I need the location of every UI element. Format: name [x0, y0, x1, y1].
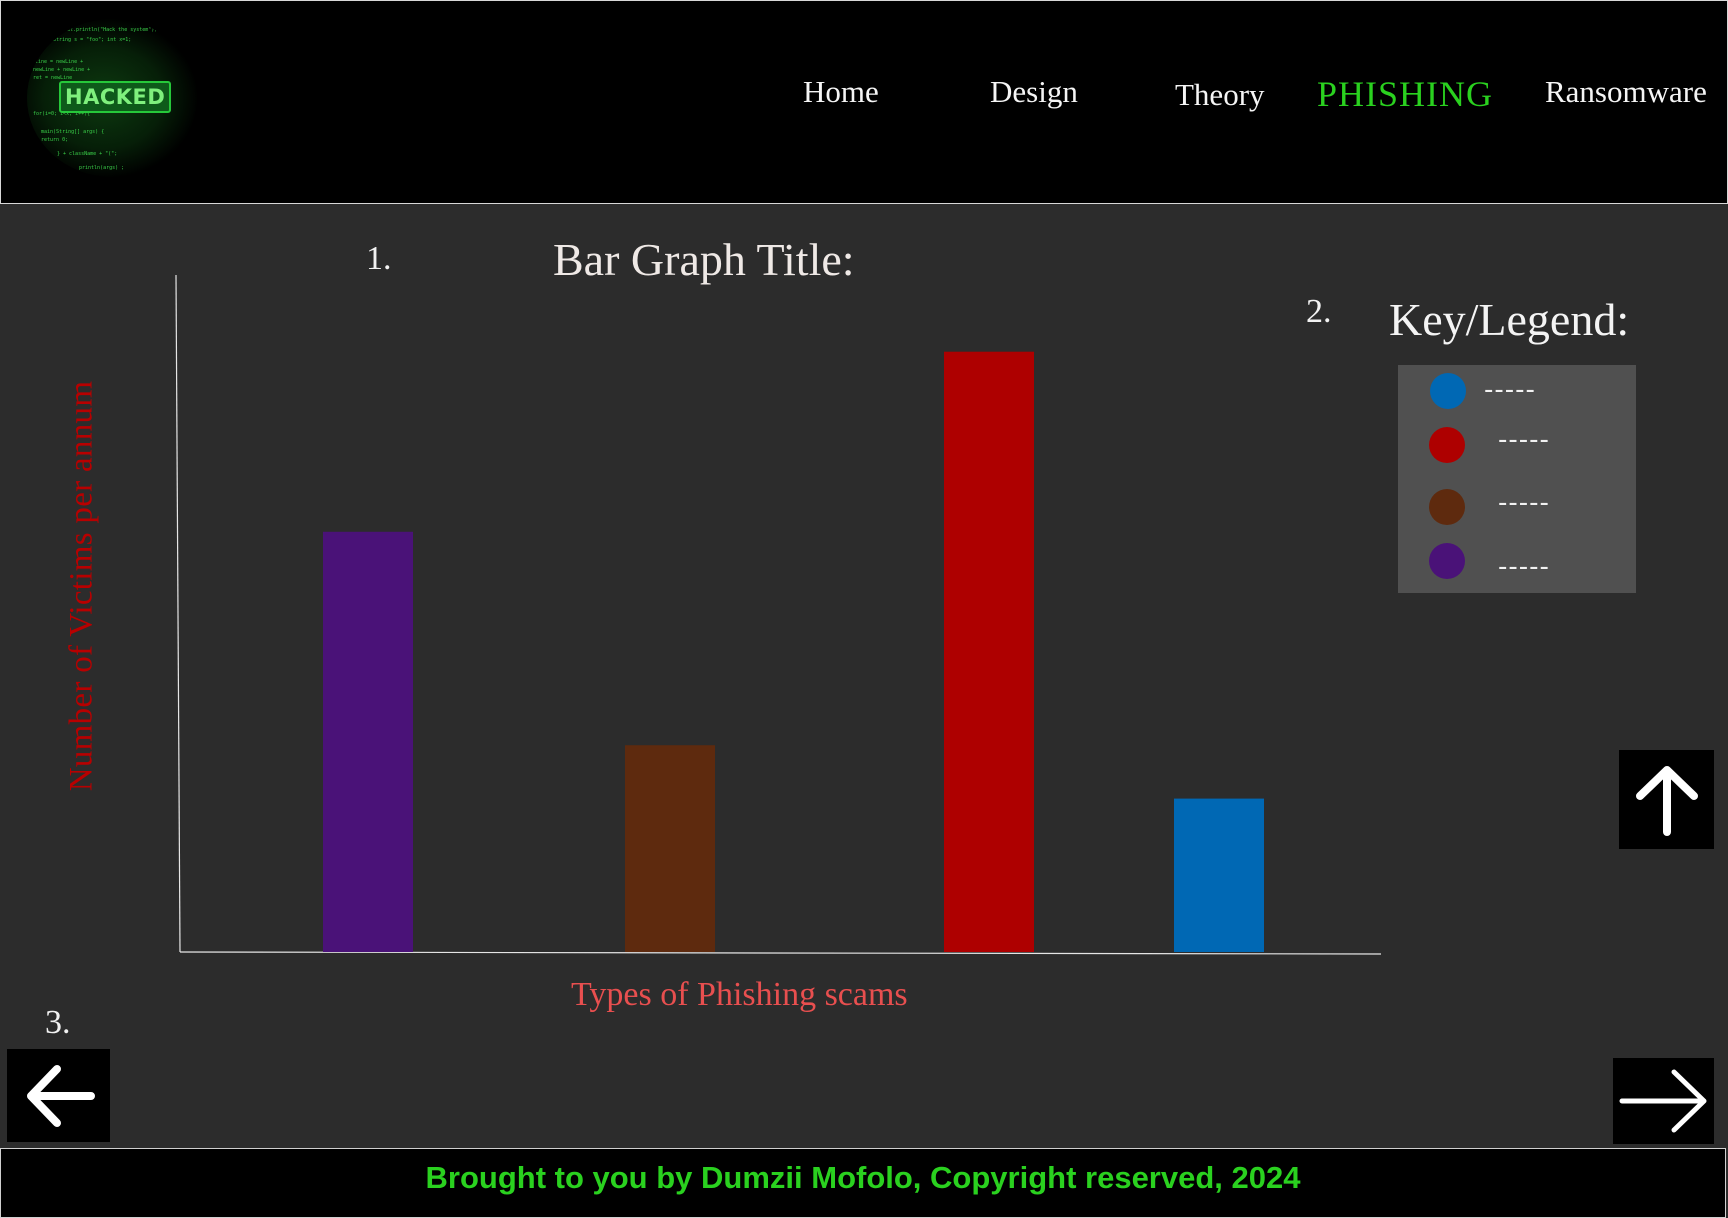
legend-swatch — [1430, 373, 1466, 409]
arrow-up-icon — [1635, 765, 1698, 836]
x-axis-label: Types of Phishing scams — [571, 976, 908, 1013]
back-button[interactable] — [7, 1049, 110, 1142]
legend-label: ----- — [1498, 552, 1550, 582]
legend-label: ----- — [1484, 375, 1536, 405]
footer-copyright: Brought to you by Dumzii Mofolo, Copyrig… — [425, 1160, 1301, 1195]
legend-item: ----- — [1398, 488, 1636, 529]
bar-3 — [944, 351, 1034, 952]
legend-label: ----- — [1498, 488, 1550, 518]
arrow-left-icon — [26, 1064, 95, 1127]
next-button[interactable] — [1613, 1058, 1714, 1144]
legend-item: ----- — [1398, 371, 1636, 411]
legend-title: Key/Legend: — [1389, 294, 1630, 345]
section-marker-legend: 2. — [1306, 293, 1332, 330]
bar-1 — [323, 531, 413, 952]
y-axis-label: Number of Victims per annum — [63, 380, 100, 792]
x-axis-line — [179, 951, 1382, 955]
legend-swatch — [1429, 427, 1465, 463]
y-axis-line — [175, 274, 181, 953]
site-footer: Brought to you by Dumzii Mofolo, Copyrig… — [0, 1148, 1726, 1218]
bar-2 — [625, 745, 715, 952]
bar-chart — [175, 274, 1382, 955]
bar-4 — [1174, 798, 1264, 952]
legend-swatch — [1429, 543, 1465, 579]
legend-item: ----- — [1398, 543, 1636, 585]
legend-item: ----- — [1398, 425, 1636, 467]
arrow-right-icon — [1619, 1069, 1706, 1133]
legend-swatch — [1429, 489, 1465, 525]
section-marker-nav: 3. — [45, 1004, 71, 1041]
nav-ransomware[interactable]: Ransomware — [1545, 74, 1707, 110]
scroll-up-button[interactable] — [1619, 750, 1714, 849]
legend-box: ----- ----- ----- ----- — [1398, 365, 1636, 593]
legend-label: ----- — [1498, 425, 1550, 455]
